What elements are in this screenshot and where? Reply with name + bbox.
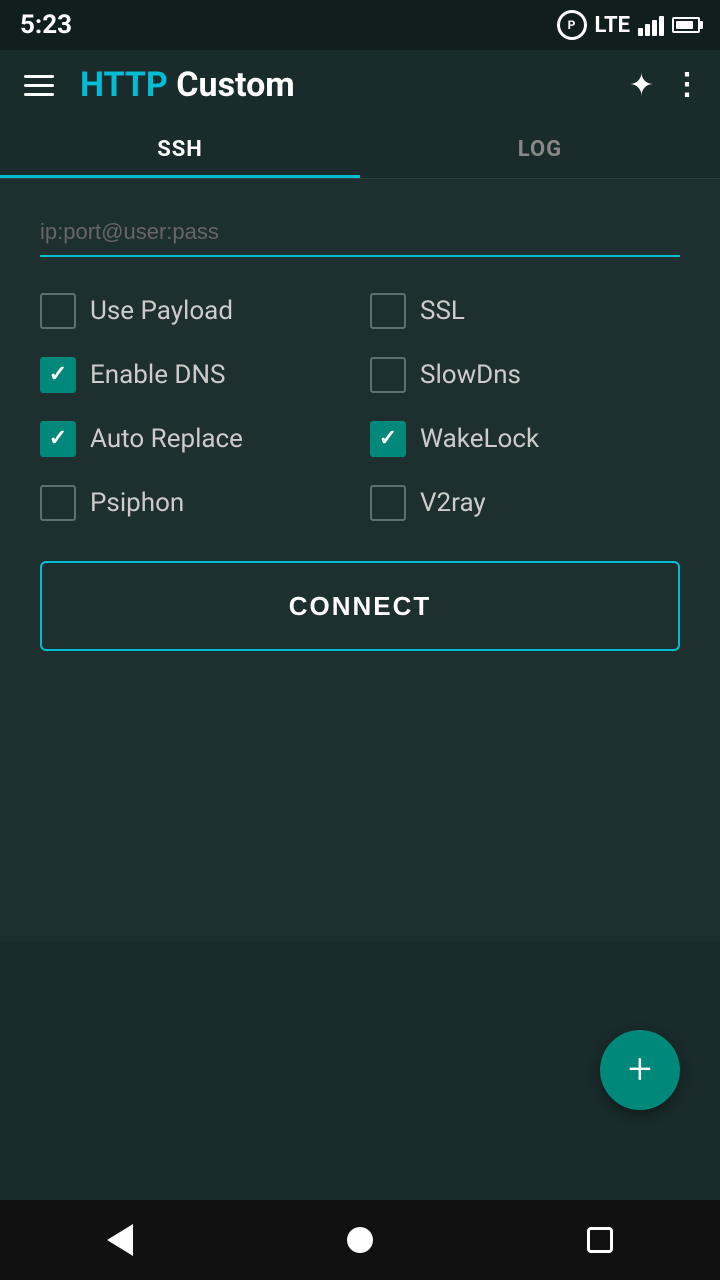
tab-log[interactable]: LOG <box>360 120 720 178</box>
label-wakelock: WakeLock <box>420 424 539 454</box>
option-psiphon[interactable]: Psiphon <box>40 485 350 521</box>
hamburger-line <box>24 84 54 87</box>
option-v2ray[interactable]: V2ray <box>370 485 680 521</box>
signal-icon <box>638 14 664 36</box>
hamburger-line <box>24 93 54 96</box>
checkmark-icon: ✓ <box>379 428 397 450</box>
option-slow-dns[interactable]: SlowDns <box>370 357 680 393</box>
label-slow-dns: SlowDns <box>420 360 521 390</box>
checkbox-wakelock[interactable]: ✓ <box>370 421 406 457</box>
label-ssl: SSL <box>420 296 465 326</box>
checkbox-auto-replace[interactable]: ✓ <box>40 421 76 457</box>
label-auto-replace: Auto Replace <box>90 424 243 454</box>
back-icon <box>107 1224 133 1256</box>
star-icon[interactable]: ✦ <box>629 68 654 103</box>
option-ssl[interactable]: SSL <box>370 293 680 329</box>
ssh-input-container <box>40 209 680 257</box>
label-psiphon: Psiphon <box>90 488 184 518</box>
nav-back-button[interactable] <box>95 1215 145 1265</box>
fab-button[interactable]: + <box>600 1030 680 1110</box>
option-enable-dns[interactable]: ✓ Enable DNS <box>40 357 350 393</box>
hamburger-line <box>24 75 54 78</box>
app-title: HTTP Custom <box>80 65 609 105</box>
ssh-input[interactable] <box>40 209 680 257</box>
nav-home-button[interactable] <box>335 1215 385 1265</box>
label-v2ray: V2ray <box>420 488 486 518</box>
notification-icon: P <box>557 10 587 40</box>
fab-plus-icon: + <box>628 1049 652 1091</box>
checkmark-icon: ✓ <box>49 364 67 386</box>
checkmark-icon: ✓ <box>49 428 67 450</box>
nav-bar <box>0 1200 720 1280</box>
top-bar-actions: ✦ ⋮ <box>629 68 702 103</box>
status-time: 5:23 <box>20 10 72 40</box>
battery-icon <box>672 17 700 33</box>
label-use-payload: Use Payload <box>90 296 233 326</box>
connect-button[interactable]: CONNECT <box>40 561 680 651</box>
tab-bar: SSH LOG <box>0 120 720 179</box>
main-content: Use Payload SSL ✓ Enable DNS SlowDns ✓ A… <box>0 179 720 941</box>
recents-icon <box>587 1227 613 1253</box>
app-title-http: HTTP <box>80 65 168 105</box>
checkbox-use-payload[interactable] <box>40 293 76 329</box>
more-options-icon[interactable]: ⋮ <box>672 70 702 100</box>
tab-ssh[interactable]: SSH <box>0 120 360 178</box>
options-grid: Use Payload SSL ✓ Enable DNS SlowDns ✓ A… <box>40 293 680 521</box>
top-app-bar: HTTP Custom ✦ ⋮ <box>0 50 720 120</box>
app-title-custom: Custom <box>168 65 295 105</box>
lte-indicator: LTE <box>595 13 630 38</box>
home-icon <box>347 1227 373 1253</box>
fab-area: + <box>0 941 720 1201</box>
nav-recents-button[interactable] <box>575 1215 625 1265</box>
checkbox-slow-dns[interactable] <box>370 357 406 393</box>
checkbox-enable-dns[interactable]: ✓ <box>40 357 76 393</box>
option-use-payload[interactable]: Use Payload <box>40 293 350 329</box>
option-auto-replace[interactable]: ✓ Auto Replace <box>40 421 350 457</box>
option-wakelock[interactable]: ✓ WakeLock <box>370 421 680 457</box>
status-bar: 5:23 P LTE <box>0 0 720 50</box>
label-enable-dns: Enable DNS <box>90 360 225 390</box>
checkbox-v2ray[interactable] <box>370 485 406 521</box>
status-icons: P LTE <box>557 10 700 40</box>
checkbox-psiphon[interactable] <box>40 485 76 521</box>
menu-button[interactable] <box>18 69 60 102</box>
checkbox-ssl[interactable] <box>370 293 406 329</box>
